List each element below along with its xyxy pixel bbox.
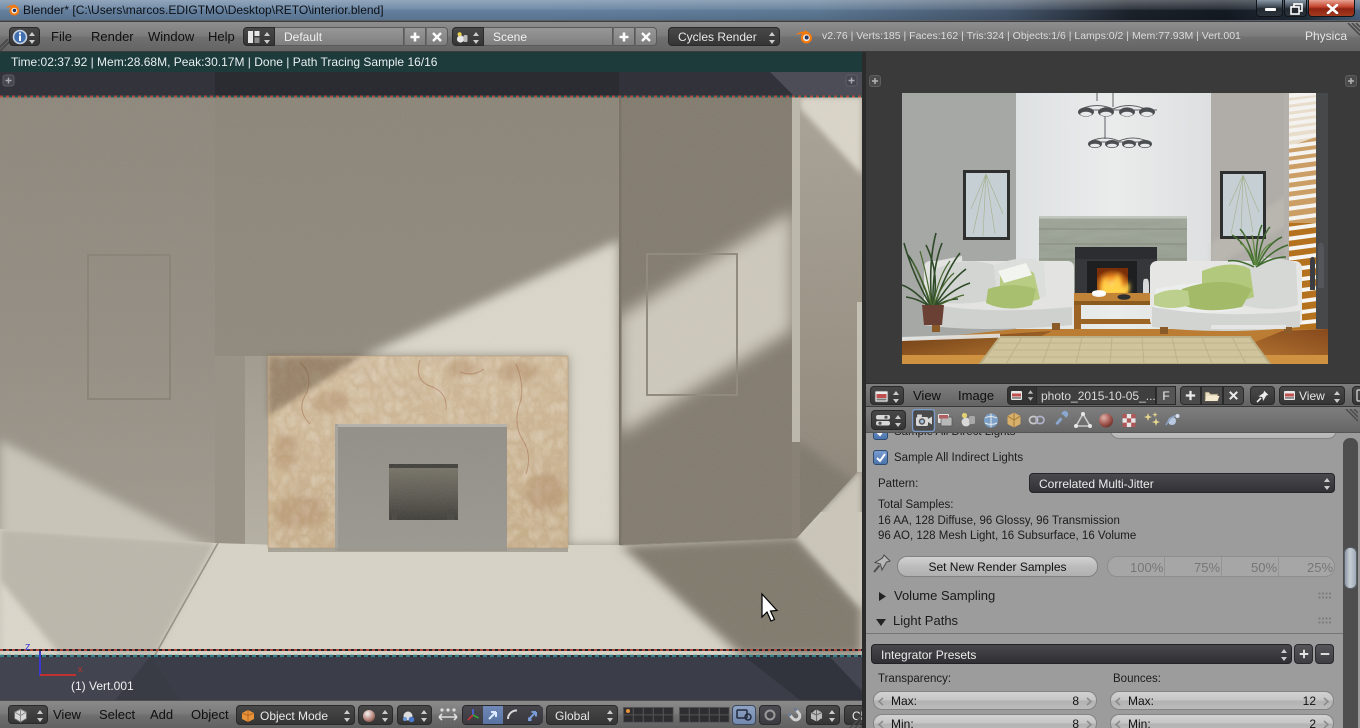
svg-text:x: x [78, 664, 83, 674]
svg-text:z: z [25, 641, 31, 653]
svg-text:(1) Vert.001: (1) Vert.001 [71, 679, 134, 693]
